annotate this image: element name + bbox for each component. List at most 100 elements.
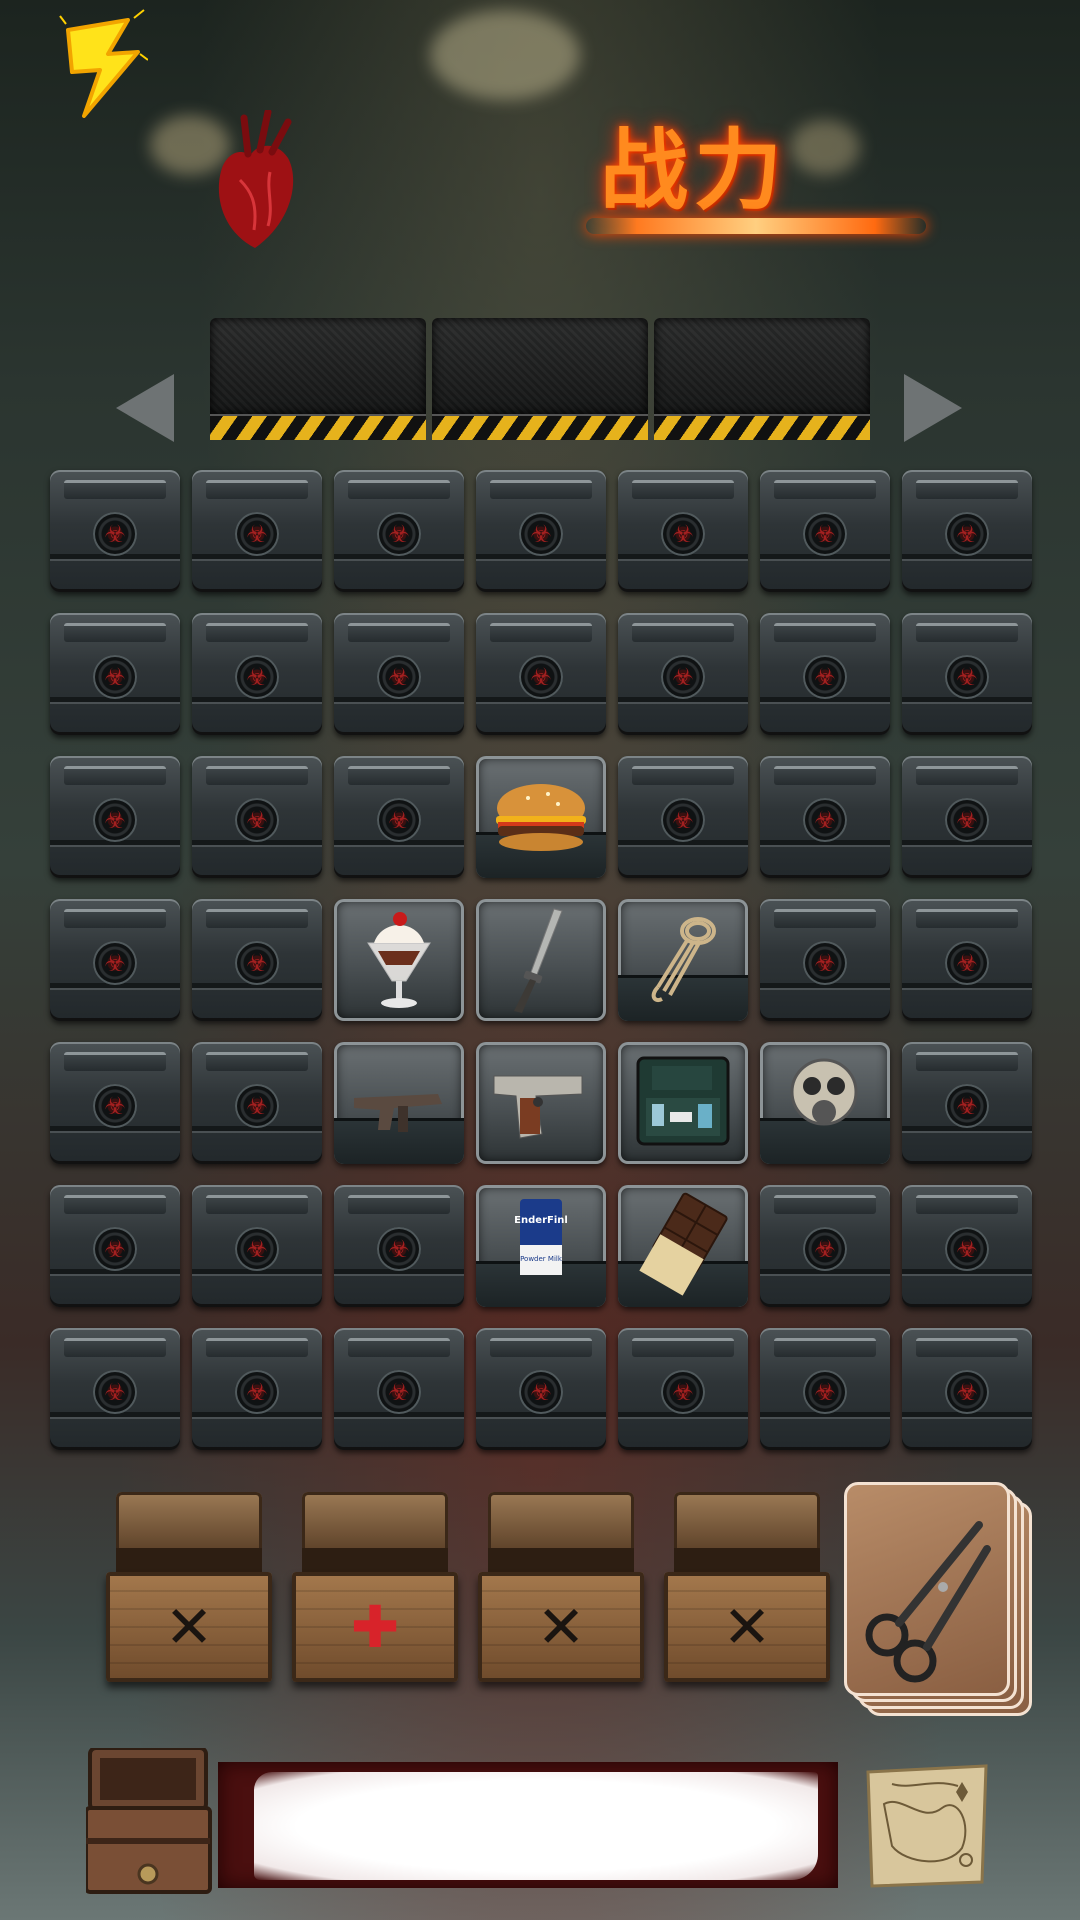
- slot-lid: [64, 1338, 166, 1357]
- biohazard-icon: ☣: [93, 1370, 137, 1414]
- biohazard-icon: ☣: [945, 1084, 989, 1128]
- biohazard-icon: ☣: [377, 1370, 421, 1414]
- inventory-slot-locked[interactable]: ☣: [476, 613, 606, 735]
- inventory-slot-submachine-gun[interactable]: [334, 1042, 464, 1164]
- gas-mask-icon: [790, 1058, 858, 1126]
- inventory-slot-ice-cream-sundae[interactable]: [334, 899, 464, 1021]
- inventory-slot-locked[interactable]: ☣: [760, 899, 890, 1021]
- tools-chest[interactable]: ✕: [664, 1492, 830, 1688]
- inventory-slot-burger[interactable]: [476, 756, 606, 878]
- open-chest-icon[interactable]: [86, 1748, 214, 1896]
- inventory-slot-combat-knife[interactable]: [476, 899, 606, 1021]
- inventory-slot-locked[interactable]: ☣: [760, 613, 890, 735]
- inventory-tab-1[interactable]: [210, 318, 426, 440]
- biohazard-icon: ☣: [661, 655, 705, 699]
- next-page-arrow[interactable]: [904, 374, 962, 442]
- inventory-slot-chocolate-bar[interactable]: [618, 1185, 748, 1307]
- inventory-slot-locked[interactable]: ☣: [334, 1185, 464, 1307]
- medical-chest[interactable]: ✚: [292, 1492, 458, 1688]
- slot-lid: [64, 909, 166, 928]
- biohazard-icon: ☣: [519, 1370, 563, 1414]
- inventory-slot-locked[interactable]: ☣: [618, 756, 748, 878]
- slot-lid: [348, 1338, 450, 1357]
- inventory-slot-locked[interactable]: ☣: [50, 756, 180, 878]
- inventory-slot-locked[interactable]: ☣: [760, 470, 890, 592]
- biohazard-icon: ☣: [377, 798, 421, 842]
- slot-lid: [774, 623, 876, 642]
- anatomical-heart-icon[interactable]: [210, 110, 300, 250]
- inventory-slot-pistol[interactable]: [476, 1042, 606, 1164]
- rope-icon: [651, 917, 716, 1002]
- ammo-chest[interactable]: ✕: [478, 1492, 644, 1688]
- inventory-slot-locked[interactable]: ☣: [192, 470, 322, 592]
- inventory-slot-rope[interactable]: [618, 899, 748, 1021]
- chest-lid: [116, 1492, 262, 1554]
- red-cross-icon: ✚: [350, 1593, 400, 1661]
- chest-lid: [302, 1492, 448, 1554]
- tab-plate: [210, 318, 426, 414]
- inventory-slot-locked[interactable]: ☣: [50, 1042, 180, 1164]
- inventory-slot-locked[interactable]: ☣: [760, 756, 890, 878]
- burger-icon: [496, 784, 586, 851]
- inventory-slot-locked[interactable]: ☣: [902, 1185, 1032, 1307]
- treasure-map-icon[interactable]: [862, 1764, 992, 1888]
- inventory-slot-locked[interactable]: ☣: [50, 899, 180, 1021]
- inventory-slot-locked[interactable]: ☣: [902, 899, 1032, 1021]
- inventory-slot-locked[interactable]: ☣: [192, 899, 322, 1021]
- inventory-slot-locked[interactable]: ☣: [50, 1328, 180, 1450]
- biohazard-icon: ☣: [93, 512, 137, 556]
- inventory-slot-locked[interactable]: ☣: [192, 1042, 322, 1164]
- inventory-slot-locked[interactable]: ☣: [192, 613, 322, 735]
- inventory-slot-locked[interactable]: ☣: [334, 1328, 464, 1450]
- inventory-slot-locked[interactable]: ☣: [50, 470, 180, 592]
- item-label-text: Powder Milk: [520, 1255, 563, 1263]
- hazard-stripe: [210, 414, 426, 440]
- inventory-slot-locked[interactable]: ☣: [334, 470, 464, 592]
- inventory-slot-locked[interactable]: ☣: [618, 1328, 748, 1450]
- previous-page-arrow[interactable]: [116, 374, 174, 442]
- biohazard-icon: ☣: [803, 1370, 847, 1414]
- biohazard-icon: ☣: [235, 655, 279, 699]
- biohazard-icon: ☣: [945, 512, 989, 556]
- inventory-slot-locked[interactable]: ☣: [50, 613, 180, 735]
- inventory-slot-locked[interactable]: ☣: [476, 470, 606, 592]
- inventory-slot-locked[interactable]: ☣: [192, 1185, 322, 1307]
- inventory-slot-medical-case[interactable]: [618, 1042, 748, 1164]
- slot-lid: [206, 480, 308, 499]
- lightning-bolt-icon[interactable]: [58, 8, 148, 118]
- inventory-slot-locked[interactable]: ☣: [334, 613, 464, 735]
- inventory-slot-locked[interactable]: ☣: [902, 470, 1032, 592]
- slot-lid: [206, 1338, 308, 1357]
- inventory-slot-locked[interactable]: ☣: [760, 1328, 890, 1450]
- biohazard-icon: ☣: [235, 1084, 279, 1128]
- inventory-slot-powder-milk[interactable]: EnderFinl Powder Milk: [476, 1185, 606, 1307]
- inventory-slot-locked[interactable]: ☣: [192, 1328, 322, 1450]
- inventory-slot-locked[interactable]: ☣: [618, 470, 748, 592]
- biohazard-icon: ☣: [377, 512, 421, 556]
- inventory-slot-locked[interactable]: ☣: [192, 756, 322, 878]
- inventory-slot-locked[interactable]: ☣: [902, 756, 1032, 878]
- slot-lid: [632, 480, 734, 499]
- scissors-icon: [865, 1521, 991, 1683]
- inventory-slot-locked[interactable]: ☣: [476, 1328, 606, 1450]
- slot-lid: [206, 623, 308, 642]
- inventory-slot-locked[interactable]: ☣: [902, 613, 1032, 735]
- inventory-slot-locked[interactable]: ☣: [902, 1042, 1032, 1164]
- food-chest[interactable]: ✕: [106, 1492, 272, 1688]
- inventory-slot-locked[interactable]: ☣: [760, 1185, 890, 1307]
- inventory-tab-2[interactable]: [432, 318, 648, 440]
- inventory-slot-gas-mask[interactable]: [760, 1042, 890, 1164]
- inventory-slot-locked[interactable]: ☣: [334, 756, 464, 878]
- inventory-tab-3[interactable]: [654, 318, 870, 440]
- biohazard-icon: ☣: [93, 1227, 137, 1271]
- chandelier-glow: [430, 10, 580, 100]
- inventory-slot-locked[interactable]: ☣: [618, 613, 748, 735]
- biohazard-icon: ☣: [803, 798, 847, 842]
- slot-lid: [774, 1195, 876, 1214]
- inventory-slot-locked[interactable]: ☣: [50, 1185, 180, 1307]
- inventory-slot-locked[interactable]: ☣: [902, 1328, 1032, 1450]
- crafting-card-stack[interactable]: [844, 1482, 1032, 1716]
- biohazard-icon: ☣: [945, 1370, 989, 1414]
- biohazard-icon: ☣: [377, 655, 421, 699]
- slot-lid: [206, 909, 308, 928]
